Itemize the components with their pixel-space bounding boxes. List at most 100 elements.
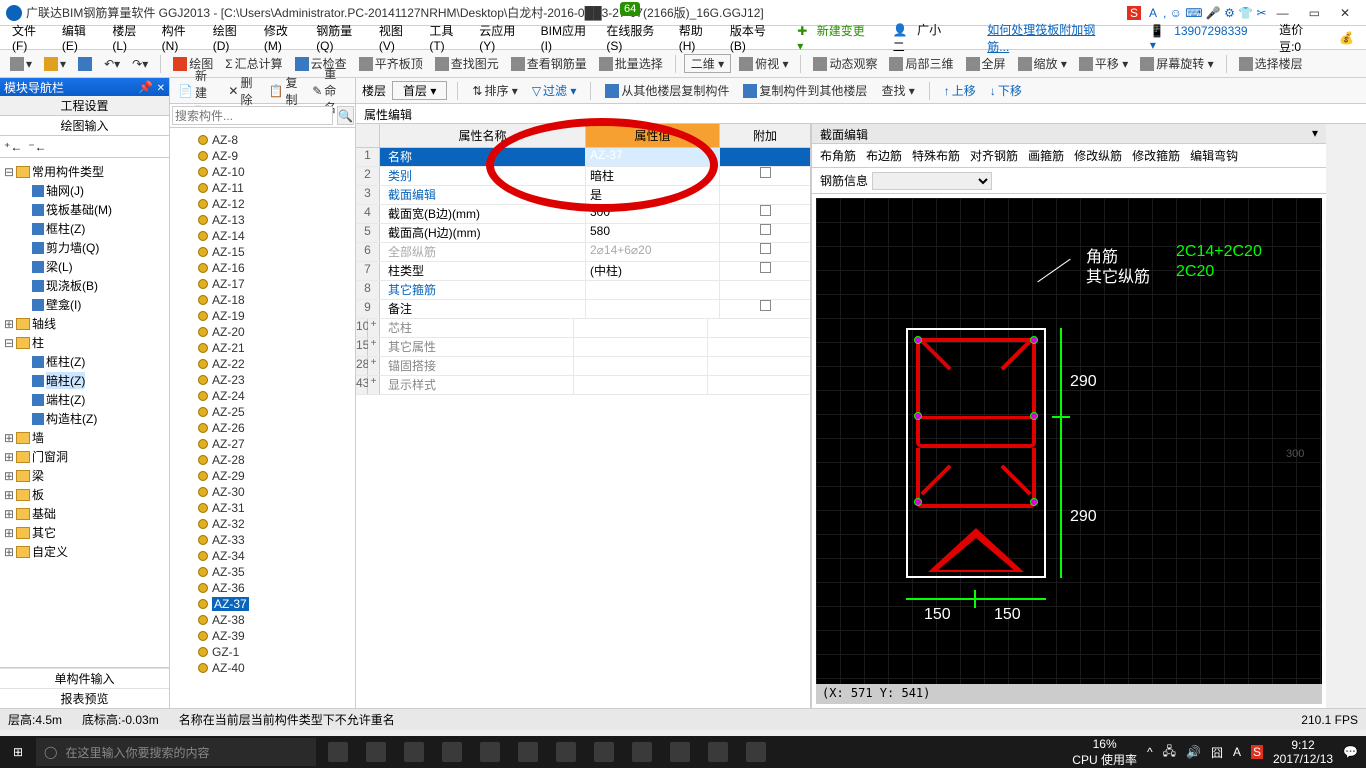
menu-draw[interactable]: 绘图(D) (207, 20, 256, 55)
menu-modify[interactable]: 修改(M) (258, 20, 308, 55)
list-item[interactable]: AZ-17 (170, 276, 355, 292)
prop-row[interactable]: 8其它箍筋 (356, 281, 810, 300)
tree-item[interactable]: 轴网(J) (4, 181, 165, 200)
copy-to-button[interactable]: 复制构件到其他楼层 (739, 80, 871, 101)
tree-item[interactable]: 筏板基础(M) (4, 200, 165, 219)
nav-tab-project[interactable]: 工程设置 (0, 96, 169, 116)
menu-file[interactable]: 文件(F) (6, 20, 54, 55)
zoom-button[interactable]: 缩放 ▾ (1014, 53, 1071, 74)
find-button[interactable]: 查找 ▾ (877, 80, 918, 101)
fullscreen-button[interactable]: 全屏 (962, 53, 1010, 74)
member-list[interactable]: AZ-8AZ-9AZ-10AZ-11AZ-12AZ-13AZ-14AZ-15AZ… (170, 128, 355, 708)
start-button[interactable]: ⊞ (0, 745, 36, 759)
prop-row[interactable]: 6全部纵筋2⌀14+6⌀20 (356, 243, 810, 262)
tree-item[interactable]: ⊞板 (4, 485, 165, 504)
copy-from-button[interactable]: 从其他楼层复制构件 (601, 80, 733, 101)
top-view-button[interactable]: 俯视 ▾ (735, 53, 792, 74)
pan-button[interactable]: 平移 ▾ (1075, 53, 1132, 74)
tree-item[interactable]: 框柱(Z) (4, 219, 165, 238)
new-icon[interactable]: ▾ (6, 55, 36, 73)
search-input[interactable] (172, 106, 333, 125)
task-icon[interactable] (442, 742, 462, 762)
menu-tool[interactable]: 工具(T) (423, 20, 471, 55)
menu-rebar[interactable]: 钢筋量(Q) (310, 20, 371, 55)
list-item[interactable]: AZ-10 (170, 164, 355, 180)
list-item[interactable]: AZ-39 (170, 628, 355, 644)
list-item[interactable]: AZ-14 (170, 228, 355, 244)
expand-icon[interactable]: ⁺← (4, 140, 22, 154)
list-item[interactable]: AZ-30 (170, 484, 355, 500)
task-icon[interactable] (746, 742, 766, 762)
rebar-info-select[interactable] (872, 172, 992, 190)
list-item[interactable]: AZ-18 (170, 292, 355, 308)
section-canvas[interactable]: 角筋 其它纵筋 2C14+2C20 2C20 290 290 150 150 3… (816, 198, 1322, 704)
task-icon[interactable] (518, 742, 538, 762)
list-item[interactable]: AZ-23 (170, 372, 355, 388)
list-item[interactable]: AZ-9 (170, 148, 355, 164)
nav-btm-single[interactable]: 单构件输入 (0, 668, 169, 688)
orbit-button[interactable]: 动态观察 (809, 53, 881, 74)
tree-item[interactable]: 壁龛(I) (4, 295, 165, 314)
tray-up-icon[interactable]: ^ (1147, 745, 1153, 759)
close-button[interactable]: ✕ (1330, 6, 1360, 20)
tree-item[interactable]: ⊟柱 (4, 333, 165, 352)
list-item[interactable]: AZ-38 (170, 612, 355, 628)
tree-item[interactable]: 端柱(Z) (4, 390, 165, 409)
task-icon[interactable] (328, 742, 348, 762)
prop-row[interactable]: 3截面编辑是 (356, 186, 810, 205)
new-change-button[interactable]: ✚ 新建变更 ▾ (791, 20, 879, 55)
section-tab[interactable]: 编辑弯钩 (1190, 147, 1238, 164)
menu-edit[interactable]: 编辑(E) (56, 20, 105, 55)
menu-view[interactable]: 视图(V) (373, 20, 422, 55)
list-item[interactable]: AZ-15 (170, 244, 355, 260)
maximize-button[interactable]: ▭ (1299, 6, 1330, 20)
list-item[interactable]: AZ-20 (170, 324, 355, 340)
list-item[interactable]: AZ-35 (170, 564, 355, 580)
task-icon[interactable] (366, 742, 386, 762)
tree-item[interactable]: ⊞其它 (4, 523, 165, 542)
help-link[interactable]: 如何处理筏板附加钢筋... (981, 19, 1112, 57)
menu-help[interactable]: 帮助(H) (673, 20, 722, 55)
flush-top-button[interactable]: 平齐板顶 (355, 53, 427, 74)
tree-item[interactable]: 梁(L) (4, 257, 165, 276)
list-item[interactable]: AZ-19 (170, 308, 355, 324)
tree-item[interactable]: 剪力墙(Q) (4, 238, 165, 257)
list-item[interactable]: AZ-36 (170, 580, 355, 596)
prop-row[interactable]: 10+芯柱 (356, 319, 810, 338)
task-icon[interactable] (708, 742, 728, 762)
list-item[interactable]: AZ-33 (170, 532, 355, 548)
tree-item[interactable]: ⊟常用构件类型 (4, 162, 165, 181)
list-item[interactable]: AZ-29 (170, 468, 355, 484)
prop-row[interactable]: 7柱类型(中柱) (356, 262, 810, 281)
prop-row[interactable]: 2类别暗柱 (356, 167, 810, 186)
tray-notif-icon[interactable]: 💬 (1343, 745, 1358, 759)
tree-item[interactable]: 构造柱(Z) (4, 409, 165, 428)
list-item[interactable]: AZ-8 (170, 132, 355, 148)
tray-clock[interactable]: 9:122017/12/13 (1273, 738, 1333, 766)
menu-member[interactable]: 构件(N) (156, 20, 205, 55)
task-icon[interactable] (632, 742, 652, 762)
floor-select[interactable]: 首层 ▾ (392, 81, 447, 100)
list-item[interactable]: AZ-16 (170, 260, 355, 276)
menu-online[interactable]: 在线服务(S) (600, 20, 670, 55)
taskbar-search[interactable]: ◯ 在这里输入你要搜索的内容 (36, 738, 316, 766)
phone-label[interactable]: 📱 13907298339 ▾ (1144, 22, 1259, 54)
view-rebar-button[interactable]: 查看钢筋量 (507, 53, 591, 74)
section-menu-icon[interactable]: ▾ (1312, 126, 1318, 141)
filter-button[interactable]: ▽过滤 ▾ (528, 80, 581, 101)
tray-net-icon[interactable]: 🖧 (1163, 742, 1176, 763)
list-item[interactable]: AZ-11 (170, 180, 355, 196)
list-item[interactable]: AZ-26 (170, 420, 355, 436)
local3d-button[interactable]: 局部三维 (885, 53, 957, 74)
batch-sel-button[interactable]: 批量选择 (595, 53, 667, 74)
section-tab[interactable]: 对齐钢筋 (970, 147, 1018, 164)
tree-item[interactable]: ⊞墙 (4, 428, 165, 447)
tree-item[interactable]: ⊞门窗洞 (4, 447, 165, 466)
tree-item[interactable]: 现浇板(B) (4, 276, 165, 295)
sel-floor-button[interactable]: 选择楼层 (1235, 53, 1307, 74)
prop-row[interactable]: 4截面宽(B边)(mm)300 (356, 205, 810, 224)
list-item[interactable]: AZ-32 (170, 516, 355, 532)
undo-icon[interactable]: ↶▾ (100, 55, 124, 73)
list-item[interactable]: AZ-34 (170, 548, 355, 564)
tree-item[interactable]: ⊞梁 (4, 466, 165, 485)
